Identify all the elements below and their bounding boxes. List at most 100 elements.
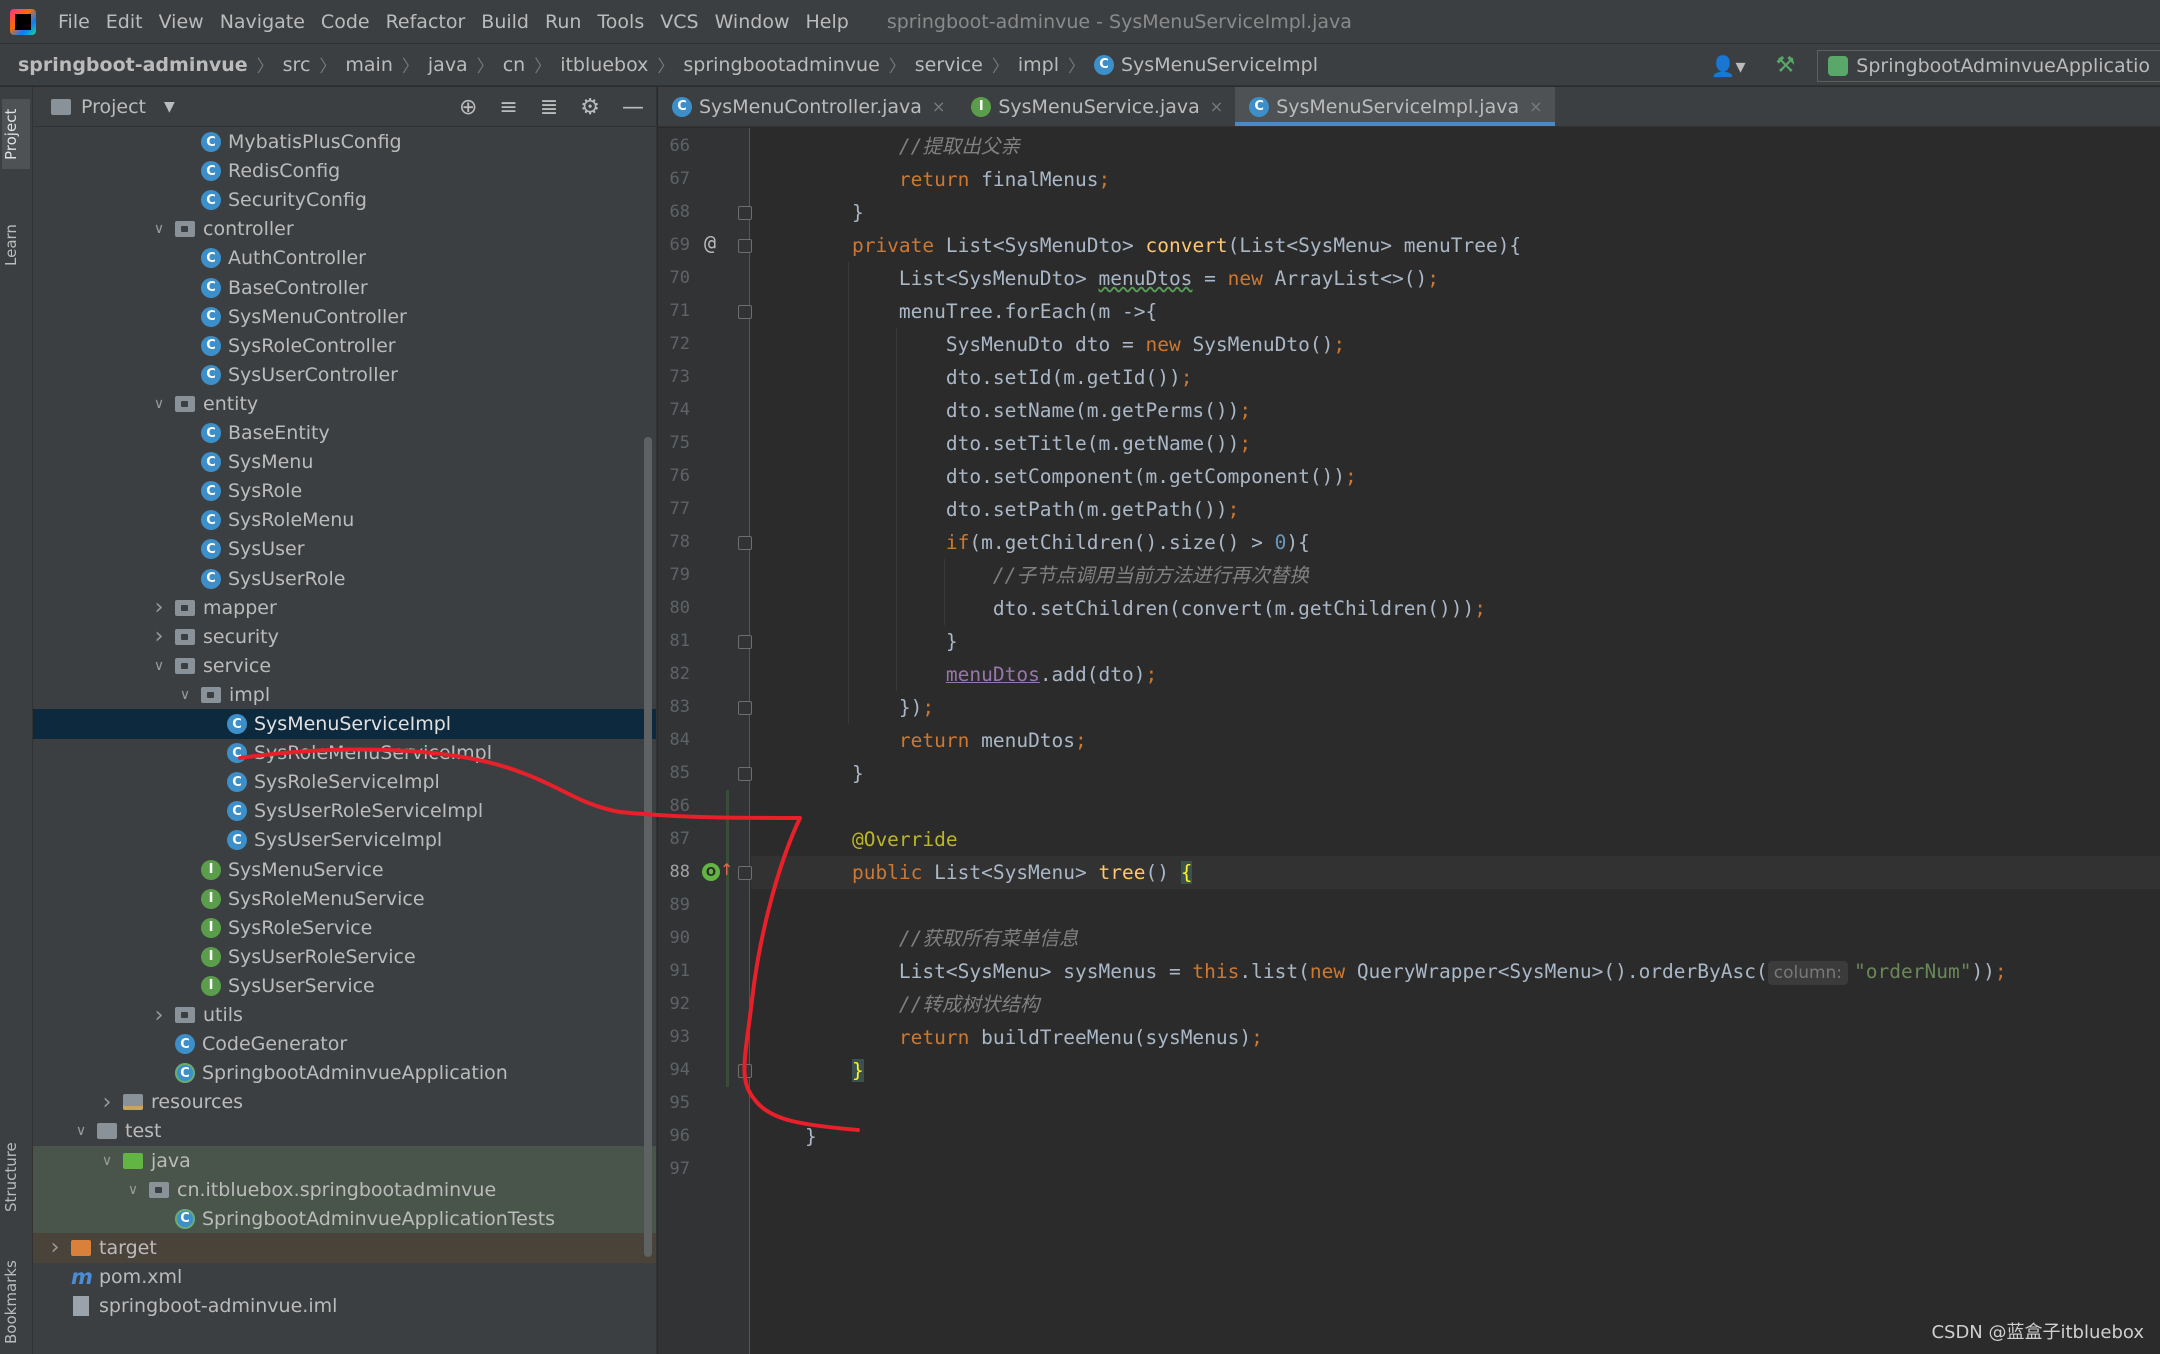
breadcrumb-item[interactable]: src [283,54,311,76]
tree-item[interactable]: I SysRoleService [33,913,656,943]
chevron-down-icon[interactable]: ∨ [71,1123,91,1139]
tree-item[interactable]: m pom.xml [33,1262,656,1292]
menu-build[interactable]: Build [473,11,537,33]
chevron-down-icon[interactable]: ∨ [149,221,169,237]
tree-item[interactable]: ∨ java [33,1145,656,1176]
breadcrumb-item[interactable]: springbootadminvue [683,54,879,76]
code-line[interactable]: List<SysMenuDto> menuDtos = new ArrayLis… [805,262,1439,295]
code-editor[interactable]: @ O ↑ 66 67 68 69 70 71 72 73 74 75 76 77 78 79 80 81 82… [658,128,2160,1354]
expand-all-icon[interactable]: ≡ [499,95,517,120]
editor-tab[interactable]: C SysMenuServiceImpl.java × [1235,87,1555,126]
code-line[interactable]: if(m.getChildren().size() > 0){ [805,526,1310,559]
tool-tab-bookmarks[interactable]: Bookmarks [2,1247,30,1354]
chevron-right-icon[interactable]: › [149,1003,169,1028]
tree-item[interactable]: C SysUserRoleServiceImpl [33,796,656,826]
menu-help[interactable]: Help [797,11,856,33]
chevron-down-icon[interactable]: ∨ [175,687,195,703]
tree-item[interactable]: › resources [33,1087,656,1117]
tree-item[interactable]: C SysRoleController [33,331,656,361]
tree-item[interactable]: I SysMenuService [33,855,656,885]
code-line[interactable]: dto.setId(m.getId()); [805,361,1193,394]
code-line[interactable]: menuTree.forEach(m ->{ [805,295,1157,328]
tree-item[interactable]: ∨ impl [33,680,656,710]
code-line[interactable]: return menuDtos; [805,724,1087,757]
tree-item[interactable]: C SysRoleMenuServiceImpl [33,738,656,768]
tree-item[interactable]: I SysUserService [33,971,656,1001]
code-line[interactable]: }); [805,691,934,724]
code-line[interactable]: } [805,1120,817,1153]
chevron-down-icon[interactable]: ∨ [149,658,169,674]
fold-toggle-icon[interactable] [738,1064,752,1078]
tree-item[interactable]: C SysMenuController [33,302,656,332]
build-hammer-icon[interactable]: ⚒ [1776,53,1796,78]
breadcrumb-item[interactable]: impl [1018,54,1059,76]
fold-toggle-icon[interactable] [738,239,752,253]
code-line[interactable]: //转成树状结构 [805,988,1040,1021]
code-line[interactable]: dto.setName(m.getPerms()); [805,394,1251,427]
chevron-down-icon[interactable]: ∨ [97,1153,117,1169]
code-line[interactable]: } [805,757,864,790]
code-line[interactable]: return buildTreeMenu(sysMenus); [805,1021,1263,1054]
menu-view[interactable]: View [151,11,212,33]
chevron-right-icon[interactable]: › [149,624,169,649]
breadcrumb-item[interactable]: main [345,54,392,76]
tree-item[interactable]: ∨ entity [33,389,656,419]
user-icon[interactable]: 👤▾ [1711,54,1746,78]
chevron-right-icon[interactable]: › [97,1090,117,1115]
tree-item[interactable]: C SpringbootAdminvueApplicationTests [33,1203,656,1234]
breadcrumb-item[interactable]: springboot-adminvue [18,54,248,76]
code-line[interactable]: //子节点调用当前方法进行再次替换 [805,559,1309,592]
tree-item[interactable]: C BaseEntity [33,418,656,448]
fold-toggle-icon[interactable] [738,635,752,649]
breadcrumb-item[interactable]: C SysMenuServiceImpl [1093,54,1318,76]
menu-code[interactable]: Code [313,11,378,33]
tree-item[interactable]: C SysRoleMenu [33,505,656,535]
hide-panel-icon[interactable]: — [622,95,644,120]
tree-item[interactable]: C BaseController [33,273,656,303]
tree-item[interactable]: › target [33,1232,656,1263]
code-line[interactable]: SysMenuDto dto = new SysMenuDto(); [805,328,1345,361]
editor-tab[interactable]: C SysMenuController.java × [658,87,957,126]
menu-window[interactable]: Window [707,11,798,33]
code-line[interactable]: } [805,196,864,229]
run-configuration-selector[interactable]: SpringbootAdminvueApplicatio [1817,49,2160,82]
tree-item[interactable]: ∨ test [33,1116,656,1146]
tree-item[interactable]: ∨ cn.itbluebox.springbootadminvue [33,1174,656,1205]
fold-toggle-icon[interactable] [738,305,752,319]
project-view-selector[interactable]: Project [81,96,146,118]
chevron-down-icon[interactable]: ▼ [164,99,175,115]
close-icon[interactable]: × [1529,97,1542,116]
code-line[interactable]: //提取出父亲 [805,130,1020,163]
implementation-marker-icon[interactable]: @ [704,231,716,255]
menu-run[interactable]: Run [537,11,589,33]
code-line[interactable]: List<SysMenu> sysMenus = this.list(new Q… [805,955,2007,988]
editor-tab[interactable]: I SysMenuService.java × [957,87,1235,126]
tool-tab-structure[interactable]: Structure [2,1117,30,1237]
tree-item[interactable]: › mapper [33,593,656,623]
fold-toggle-icon[interactable] [738,866,752,880]
project-tree-scrollbar[interactable] [644,437,652,1257]
chevron-right-icon[interactable]: › [45,1235,65,1260]
code-line[interactable]: dto.setComponent(m.getComponent()); [805,460,1357,493]
tree-item[interactable]: ∨ service [33,651,656,681]
menu-refactor[interactable]: Refactor [378,11,474,33]
tree-item[interactable]: C CodeGenerator [33,1029,656,1059]
collapse-all-icon[interactable]: ≣ [540,95,558,120]
gear-icon[interactable]: ⚙ [580,95,600,120]
tool-tab-project[interactable]: Project [2,99,30,169]
tree-item[interactable]: C SysUserController [33,360,656,390]
breadcrumb-item[interactable]: service [915,54,983,76]
code-line[interactable]: dto.setPath(m.getPath()); [805,493,1240,526]
tree-item[interactable]: C SecurityConfig [33,185,656,215]
fold-toggle-icon[interactable] [738,536,752,550]
chevron-down-icon[interactable]: ∨ [123,1182,143,1198]
code-line[interactable]: dto.setChildren(convert(m.getChildren())… [805,592,1486,625]
menu-edit[interactable]: Edit [98,11,151,33]
tree-item[interactable]: C SysUser [33,534,656,564]
fold-toggle-icon[interactable] [738,206,752,220]
override-method-icon[interactable]: O [702,863,720,881]
tree-item[interactable]: C RedisConfig [33,156,656,186]
menu-file[interactable]: File [50,11,98,33]
tree-item[interactable]: springboot-adminvue.iml [33,1291,656,1321]
menu-navigate[interactable]: Navigate [212,11,313,33]
